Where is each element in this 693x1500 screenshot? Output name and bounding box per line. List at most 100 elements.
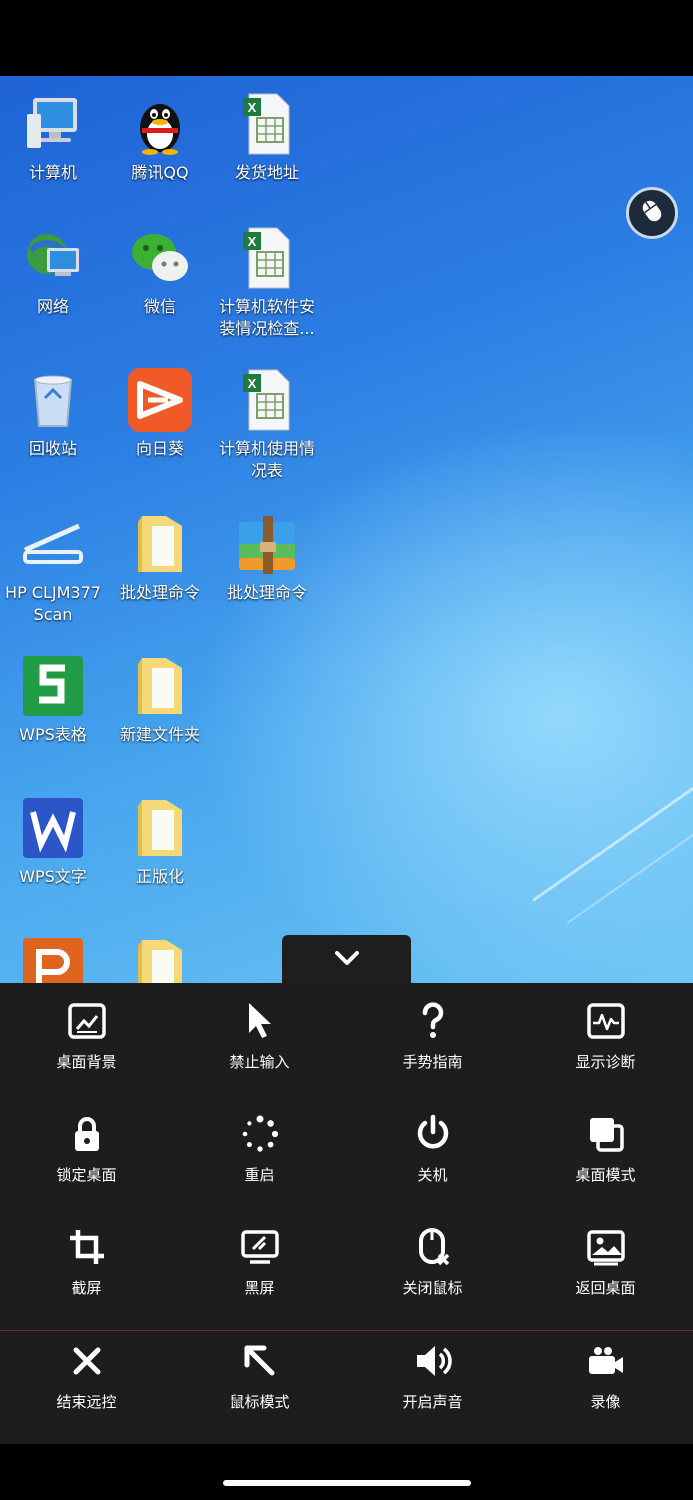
toolbar-item-label: 桌面模式 — [575, 1166, 636, 1184]
toolbar-item-restart[interactable]: 重启 — [173, 1096, 346, 1196]
toolbar-item-desktop-mode[interactable]: 桌面模式 — [519, 1096, 692, 1196]
collapse-toolbar-button[interactable] — [282, 935, 411, 985]
black-screen-icon — [240, 1227, 280, 1267]
desktop-icon-label: 腾讯QQ — [131, 163, 189, 182]
desktop-icon-folder[interactable] — [107, 936, 213, 983]
toolbar-item-wallpaper[interactable]: 桌面背景 — [0, 983, 173, 1083]
toolbar-item-label: 黑屏 — [244, 1279, 275, 1297]
desktop-icon-usage-table[interactable]: X 计算机使用情况表 — [214, 368, 320, 482]
desktop-icon-qq[interactable]: 腾讯QQ — [107, 92, 213, 184]
desktop-icon-label: 新建文件夹 — [119, 725, 200, 744]
cursor-icon — [240, 1001, 280, 1041]
chevron-down-icon — [332, 948, 362, 972]
mouse-off-icon — [413, 1227, 453, 1267]
diagnostics-icon — [586, 1001, 626, 1041]
desktop-icon-label: 计算机软件安装情况检查... — [218, 297, 315, 338]
toolbar-item-label: 关机 — [417, 1166, 448, 1184]
mouse-icon — [638, 197, 666, 229]
desktop-icon-sunflower[interactable]: 向日葵 — [107, 368, 213, 460]
return-desktop-icon — [586, 1227, 626, 1267]
desktop-icon-computer[interactable]: 计算机 — [0, 92, 106, 184]
wps-sheet-icon — [21, 654, 85, 718]
excel-file-icon: X — [235, 368, 299, 432]
wechat-icon — [128, 226, 192, 290]
toolbar-item-disable-input[interactable]: 禁止输入 — [173, 983, 346, 1083]
wallpaper-icon — [67, 1001, 107, 1041]
folder-icon — [128, 512, 192, 576]
toolbar-item-label: 锁定桌面 — [56, 1166, 117, 1184]
desktop-icon-batch-archive[interactable]: 批处理命令 — [214, 512, 320, 604]
desktop-icon-recycle-bin[interactable]: 回收站 — [0, 368, 106, 460]
record-icon — [586, 1341, 626, 1381]
desktop-icon-label: 正版化 — [135, 867, 184, 886]
home-indicator[interactable] — [223, 1480, 471, 1486]
scanner-icon — [21, 512, 85, 576]
desktop-mode-icon — [586, 1114, 626, 1154]
floating-mouse-button[interactable] — [626, 187, 678, 239]
toolbar-item-gesture-guide[interactable]: 手势指南 — [346, 983, 519, 1083]
volume-icon — [413, 1341, 453, 1381]
desktop-icon-label: 批处理命令 — [226, 583, 307, 602]
desktop-icon-label: WPS文字 — [19, 867, 87, 886]
toolbar-item-return-desktop[interactable]: 返回桌面 — [519, 1209, 692, 1309]
toolbar-item-label: 重启 — [244, 1166, 275, 1184]
remote-control-toolbar: 桌面背景 禁止输入 手势指南 显示诊断 锁定桌面 重启 关机 桌面模式 截屏 黑… — [0, 983, 693, 1444]
desktop-icon-label: 微信 — [143, 297, 176, 316]
remote-desktop-view[interactable]: 计算机 网络 回收站 HP CLJM377 Scan WPS表格 WPS文字 腾… — [0, 76, 693, 983]
desktop-icon-batch-folder[interactable]: 批处理命令 — [107, 512, 213, 604]
toolbar-item-mouse-mode[interactable]: 鼠标模式 — [173, 1323, 346, 1423]
svg-text:X: X — [248, 100, 257, 115]
toolbar-item-black-screen[interactable]: 黑屏 — [173, 1209, 346, 1309]
excel-file-icon: X — [235, 226, 299, 290]
toolbar-item-label: 截屏 — [71, 1279, 102, 1297]
restart-icon — [240, 1114, 280, 1154]
desktop-icon-wps-sheet[interactable]: WPS表格 — [0, 654, 106, 746]
help-icon — [413, 1001, 453, 1041]
toolbar-item-label: 手势指南 — [402, 1053, 463, 1071]
desktop-icon-genuine-folder[interactable]: 正版化 — [107, 796, 213, 888]
toolbar-item-label: 禁止输入 — [229, 1053, 290, 1071]
excel-file-icon: X — [235, 92, 299, 156]
desktop-icon-label: HP CLJM377 Scan — [5, 583, 101, 624]
qq-icon — [128, 92, 192, 156]
toolbar-item-label: 开启声音 — [402, 1393, 463, 1411]
toolbar-item-record[interactable]: 录像 — [519, 1323, 692, 1423]
desktop-icon-label: 发货地址 — [234, 163, 299, 182]
toolbar-item-lock-desktop[interactable]: 锁定桌面 — [0, 1096, 173, 1196]
toolbar-item-end-remote[interactable]: 结束远控 — [0, 1323, 173, 1423]
computer-icon — [21, 92, 85, 156]
network-icon — [21, 226, 85, 290]
folder-icon — [128, 796, 192, 860]
desktop-icon-network[interactable]: 网络 — [0, 226, 106, 318]
toolbar-item-display-diagnostics[interactable]: 显示诊断 — [519, 983, 692, 1083]
wps-writer-icon — [21, 796, 85, 860]
toolbar-item-label: 结束远控 — [56, 1393, 117, 1411]
crop-icon — [67, 1227, 107, 1267]
desktop-icon-shipping-address[interactable]: X 发货地址 — [214, 92, 320, 184]
toolbar-item-label: 显示诊断 — [575, 1053, 636, 1071]
desktop-icon-software-check[interactable]: X 计算机软件安装情况检查... — [214, 226, 320, 340]
desktop-icon-label: 回收站 — [28, 439, 77, 458]
desktop-icon-wps-writer[interactable]: WPS文字 — [0, 796, 106, 888]
desktop-icon-wps-presentation[interactable] — [0, 936, 106, 983]
desktop-icon-label: 批处理命令 — [119, 583, 200, 602]
toolbar-item-screenshot[interactable]: 截屏 — [0, 1209, 173, 1309]
wallpaper-streak — [566, 830, 693, 924]
sunflower-icon — [128, 368, 192, 432]
desktop-icon-label: 计算机使用情况表 — [218, 439, 315, 480]
toolbar-item-label: 鼠标模式 — [229, 1393, 290, 1411]
folder-icon — [128, 654, 192, 718]
folder-icon — [128, 936, 192, 983]
wps-presentation-icon — [21, 936, 85, 983]
toolbar-item-label: 桌面背景 — [56, 1053, 117, 1071]
toolbar-item-enable-sound[interactable]: 开启声音 — [346, 1323, 519, 1423]
desktop-icon-label: 网络 — [36, 297, 69, 316]
desktop-icon-label: WPS表格 — [19, 725, 87, 744]
desktop-icon-scanner[interactable]: HP CLJM377 Scan — [0, 512, 106, 626]
svg-text:X: X — [248, 234, 257, 249]
toolbar-item-disable-mouse[interactable]: 关闭鼠标 — [346, 1209, 519, 1309]
desktop-icon-wechat[interactable]: 微信 — [107, 226, 213, 318]
desktop-icon-new-folder[interactable]: 新建文件夹 — [107, 654, 213, 746]
bottom-bar — [0, 1444, 693, 1500]
toolbar-item-shutdown[interactable]: 关机 — [346, 1096, 519, 1196]
